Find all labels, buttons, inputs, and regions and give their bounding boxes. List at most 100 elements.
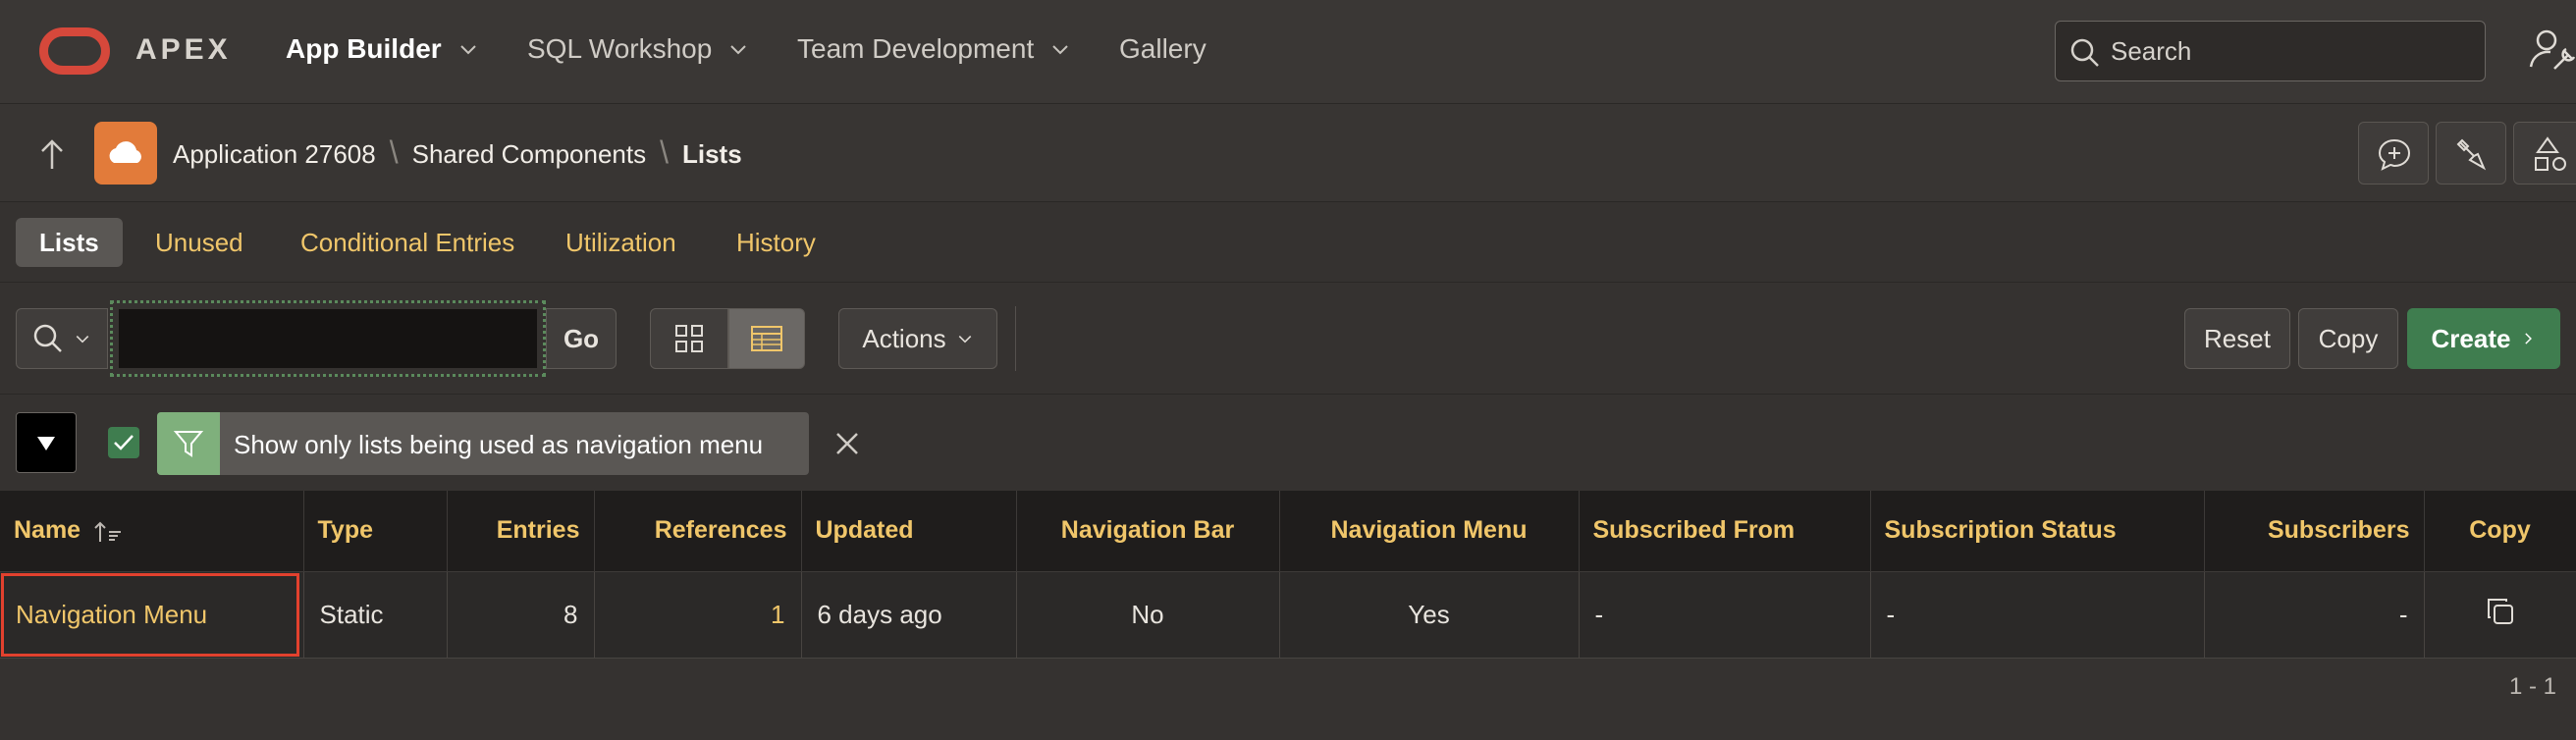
chevron-down-icon: [730, 45, 747, 55]
column-header-name[interactable]: Name: [0, 491, 304, 571]
column-header-subscription-status[interactable]: Subscription Status: [1870, 491, 2205, 571]
table-icon: [751, 326, 782, 351]
cell-navigation-bar: No: [1016, 570, 1280, 659]
table-row: Navigation Menu Static 8 1 6 days ago No…: [0, 570, 2576, 659]
nav-app-builder-label: App Builder: [286, 33, 442, 64]
breadcrumb-lists: Lists: [681, 139, 742, 169]
search-column-button[interactable]: [16, 308, 108, 369]
create-button[interactable]: Create: [2407, 308, 2560, 369]
report-search-input[interactable]: [119, 309, 537, 368]
feedback-button[interactable]: [2358, 122, 2429, 185]
icon-view-button[interactable]: [650, 308, 728, 369]
cell-copy: [2424, 570, 2576, 659]
collapse-filters-button[interactable]: [16, 412, 77, 473]
column-header-name-label: Name: [14, 516, 81, 545]
chat-plus-icon: [2378, 138, 2411, 171]
actions-label: Actions: [862, 323, 946, 353]
cell-name: Navigation Menu: [0, 570, 304, 659]
references-link[interactable]: 1: [771, 600, 784, 629]
copy-button[interactable]: Copy: [2298, 308, 2398, 369]
triangle-down-icon: [37, 437, 55, 450]
sort-ascending-icon: [94, 521, 122, 542]
search-icon: [2070, 38, 2099, 67]
cell-subscription-status: -: [1870, 570, 2205, 659]
toolbar-divider: [1015, 306, 1016, 371]
tab-conditional-entries[interactable]: Conditional Entries: [277, 218, 538, 267]
column-header-subscribed-from[interactable]: Subscribed From: [1579, 491, 1871, 571]
user-settings-icon[interactable]: [2529, 26, 2576, 73]
breadcrumb-bar: Application 27608 \ Shared Components \ …: [0, 104, 2576, 202]
chevron-down-icon: [1052, 45, 1068, 55]
brush-icon: [2456, 138, 2487, 171]
report-search: [110, 300, 546, 377]
funnel-icon: [173, 431, 204, 457]
nav-sql-workshop-label: SQL Workshop: [527, 33, 713, 64]
tab-lists[interactable]: Lists: [16, 218, 123, 267]
filter-enable-checkbox[interactable]: [108, 427, 139, 458]
cell-navigation-menu: Yes: [1279, 570, 1580, 659]
grid-icon: [675, 325, 703, 352]
nav-app-builder[interactable]: App Builder: [286, 33, 479, 65]
chevron-down-icon: [76, 335, 89, 344]
tab-unused[interactable]: Unused: [132, 218, 267, 267]
nav-gallery[interactable]: Gallery: [1119, 33, 1207, 65]
pagination-info: 1 - 1: [2508, 673, 2556, 700]
tab-bar: Lists Unused Conditional Entries Utiliza…: [0, 202, 2576, 283]
cell-subscribed-from: -: [1579, 570, 1871, 659]
cloud-icon: [109, 141, 141, 163]
shapes-button[interactable]: [2513, 122, 2576, 185]
top-header: APEX App Builder SQL Workshop Team Devel…: [0, 0, 2576, 104]
create-label: Create: [2431, 323, 2511, 353]
breadcrumb-separator: \: [660, 134, 669, 170]
go-button[interactable]: Go: [546, 308, 617, 369]
search-icon: [33, 324, 62, 352]
arrow-up-icon[interactable]: [37, 137, 67, 171]
nav-team-development[interactable]: Team Development: [797, 33, 1071, 65]
oracle-logo-icon[interactable]: [39, 27, 110, 75]
cell-updated: 6 days ago: [801, 570, 1017, 659]
developer-tool-button[interactable]: [2436, 122, 2506, 185]
global-search[interactable]: [2055, 21, 2486, 81]
shapes-icon: [2535, 136, 2566, 171]
cell-entries: 8: [447, 570, 595, 659]
reset-button[interactable]: Reset: [2184, 308, 2290, 369]
column-header-subscribers[interactable]: Subscribers: [2204, 491, 2425, 571]
tab-history[interactable]: History: [713, 218, 839, 267]
column-header-references[interactable]: References: [594, 491, 802, 571]
nav-team-development-label: Team Development: [797, 33, 1035, 64]
report-view-button[interactable]: [728, 308, 805, 369]
breadcrumb-shared-components[interactable]: Shared Components: [412, 139, 646, 170]
column-header-entries[interactable]: Entries: [447, 491, 595, 571]
filter-chip[interactable]: Show only lists being used as navigation…: [157, 412, 809, 475]
actions-menu-button[interactable]: Actions: [838, 308, 997, 369]
chevron-down-icon: [459, 45, 476, 55]
nav-sql-workshop[interactable]: SQL Workshop: [527, 33, 749, 65]
list-name-link[interactable]: Navigation Menu: [16, 600, 207, 629]
application-icon[interactable]: [94, 122, 157, 185]
column-header-updated[interactable]: Updated: [801, 491, 1017, 571]
column-header-navigation-bar[interactable]: Navigation Bar: [1016, 491, 1280, 571]
column-header-navigation-menu[interactable]: Navigation Menu: [1279, 491, 1580, 571]
breadcrumb-application[interactable]: Application 27608: [173, 139, 376, 170]
apex-brand[interactable]: APEX: [135, 33, 232, 67]
cell-subscribers: -: [2204, 570, 2425, 659]
chevron-down-icon: [958, 335, 971, 344]
filter-text: Show only lists being used as navigation…: [234, 430, 764, 459]
column-header-copy[interactable]: Copy: [2424, 491, 2576, 571]
filter-funnel: [157, 412, 220, 475]
chevron-right-icon: [2525, 333, 2533, 344]
close-icon[interactable]: [834, 431, 860, 456]
filter-row: Show only lists being used as navigation…: [0, 395, 2576, 491]
report-toolbar: Go Actions Reset Copy Create: [0, 283, 2576, 395]
cell-type: Static: [303, 570, 448, 659]
global-search-input[interactable]: [2109, 29, 2472, 73]
column-header-type[interactable]: Type: [303, 491, 448, 571]
cell-references: 1: [594, 570, 802, 659]
nav-gallery-label: Gallery: [1119, 33, 1207, 64]
copy-icon[interactable]: [2485, 596, 2516, 627]
checkmark-icon: [114, 435, 134, 450]
tab-utilization[interactable]: Utilization: [542, 218, 700, 267]
table-header-row: Name Type Entries References Updated Nav…: [0, 491, 2576, 571]
breadcrumb: Application 27608 \ Shared Components \ …: [173, 134, 742, 171]
breadcrumb-separator: \: [389, 134, 399, 170]
